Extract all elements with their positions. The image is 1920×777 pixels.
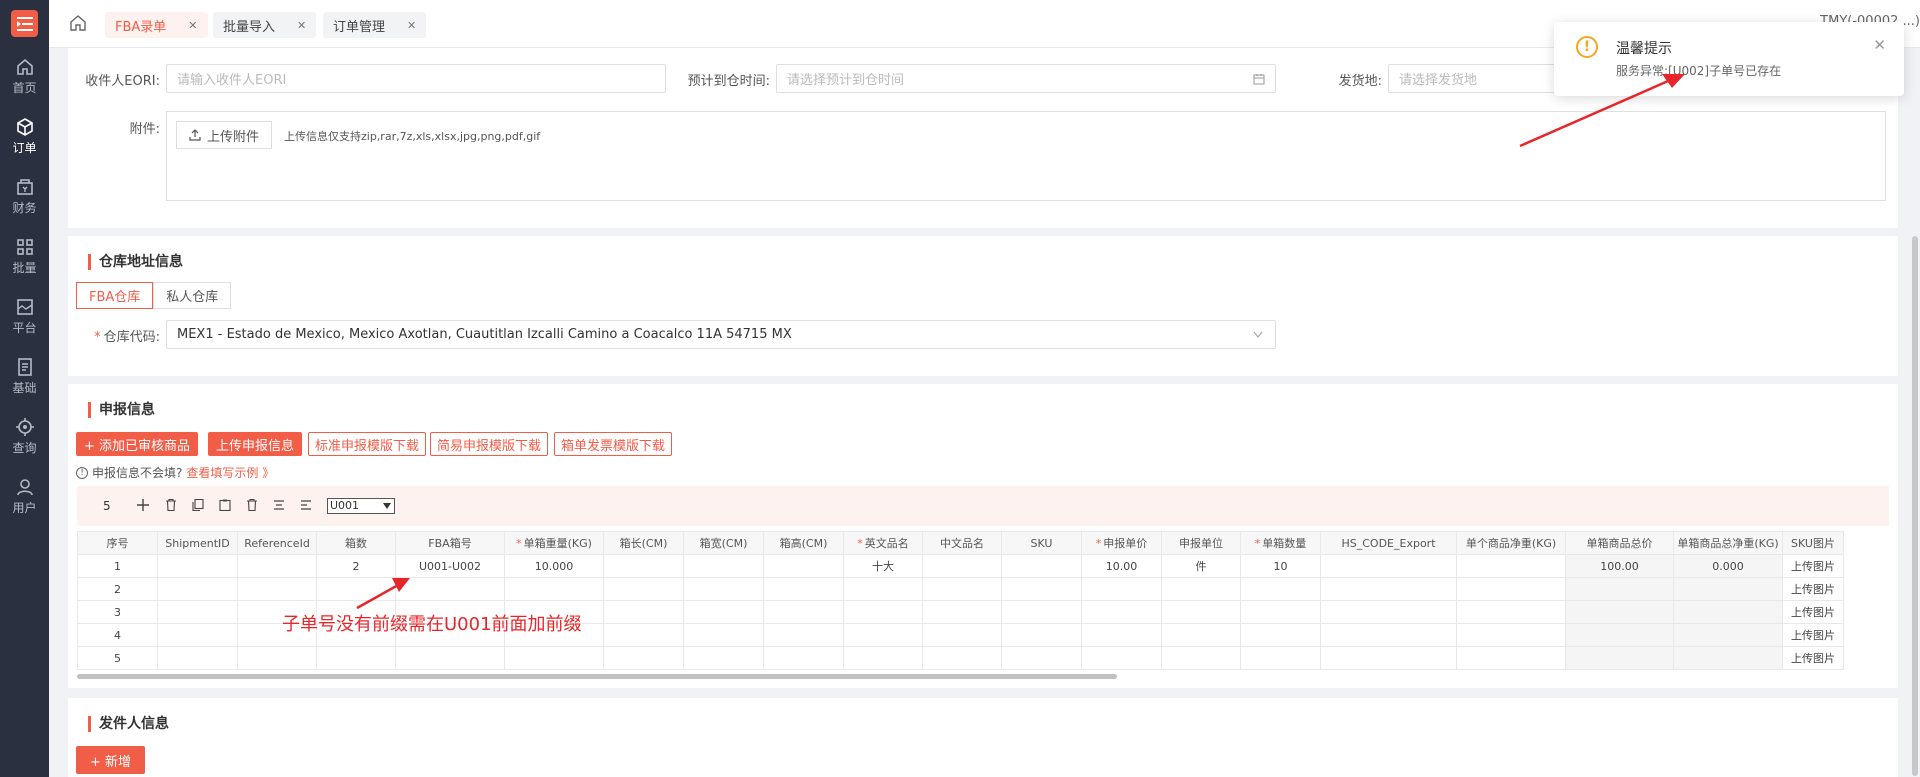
arrow-to-notification xyxy=(1519,76,1676,148)
annotation-arrows xyxy=(356,74,1685,610)
arrow-to-fba-box xyxy=(356,582,401,610)
arrow-head xyxy=(392,578,410,592)
annotation-text: 子单号没有前缀需在U001前面加前缀 xyxy=(282,614,582,635)
vertical-scrollbar[interactable] xyxy=(1912,236,1918,776)
